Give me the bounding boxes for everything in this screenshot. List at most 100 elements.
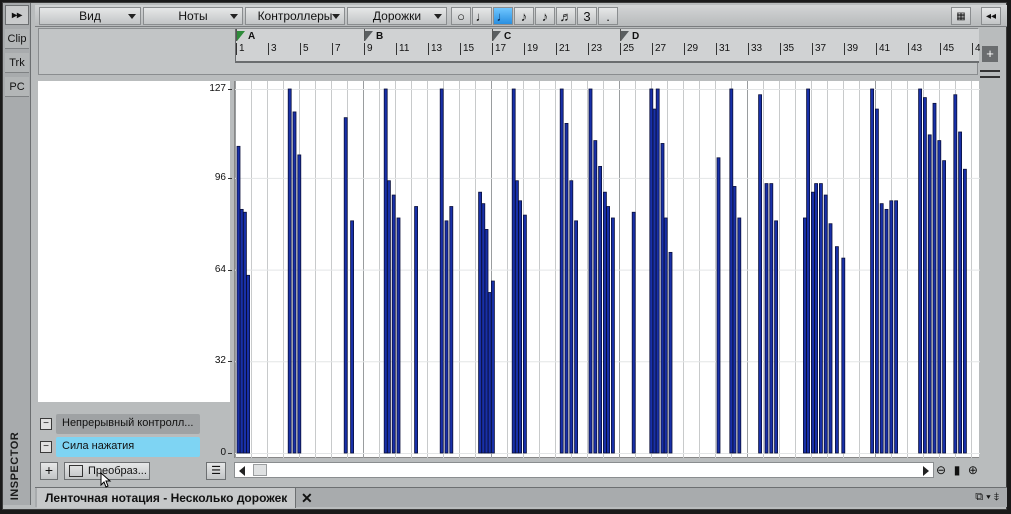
velocity-bar[interactable] xyxy=(819,183,823,454)
zoom-slider-icon[interactable]: ▮ xyxy=(954,463,961,477)
velocity-bar[interactable] xyxy=(769,183,774,454)
velocity-bar[interactable] xyxy=(484,229,489,454)
velocity-bar[interactable] xyxy=(841,257,846,454)
lane-velocity[interactable]: − Сила нажатия xyxy=(40,437,200,457)
eighth-note-button[interactable]: ♪ xyxy=(514,7,534,25)
velocity-bar[interactable] xyxy=(889,200,894,454)
velocity-bar[interactable] xyxy=(649,88,654,454)
window-options-icon[interactable]: ⧉ ▾ ⇟ xyxy=(975,491,999,504)
velocity-bar[interactable] xyxy=(875,108,879,454)
velocity-bar[interactable] xyxy=(602,191,607,454)
marker-label[interactable]: A xyxy=(248,31,255,42)
velocity-bar[interactable] xyxy=(894,200,898,454)
velocity-bar[interactable] xyxy=(884,208,889,454)
marker-flag-icon[interactable] xyxy=(493,31,501,41)
triplet-button[interactable]: 3 xyxy=(577,7,597,25)
lane-menu-button[interactable]: ☰ xyxy=(206,462,226,480)
collapse-lane-icon[interactable]: − xyxy=(40,441,52,453)
velocity-bar[interactable] xyxy=(350,220,354,454)
velocity-bar[interactable] xyxy=(932,102,937,454)
velocity-bar[interactable] xyxy=(663,217,668,454)
pc-tab[interactable]: PC xyxy=(5,77,29,97)
collapse-right-button[interactable]: ◂◂ xyxy=(981,7,1001,25)
velocity-bar[interactable] xyxy=(814,183,818,454)
velocity-bar[interactable] xyxy=(958,131,962,454)
velocity-bar[interactable] xyxy=(386,180,391,454)
velocity-bar[interactable] xyxy=(953,94,958,454)
velocity-bar[interactable] xyxy=(835,246,839,454)
velocity-bars-svg[interactable] xyxy=(235,81,980,458)
collapse-lane-icon[interactable]: − xyxy=(40,418,52,430)
velocity-bar[interactable] xyxy=(391,194,396,454)
velocity-bar[interactable] xyxy=(439,88,444,454)
velocity-bar[interactable] xyxy=(246,274,251,454)
velocity-bar[interactable] xyxy=(774,220,778,454)
sixteenth-note-button[interactable]: ♪ xyxy=(535,7,555,25)
velocity-bar[interactable] xyxy=(806,88,810,454)
velocity-bar[interactable] xyxy=(414,206,419,454)
velocity-bar[interactable] xyxy=(652,108,657,454)
marker-label[interactable]: B xyxy=(376,31,383,42)
menu-lines-icon[interactable] xyxy=(980,70,1000,78)
grid-icon[interactable]: ▦ xyxy=(951,7,971,25)
quarter-note-button[interactable]: ♩ xyxy=(493,7,513,25)
velocity-bar[interactable] xyxy=(239,208,244,454)
timeline-ruler[interactable]: A B C D 1 3 5 7 9 11 13 15 17 19 21 23 25 27 29 31 33 35 37 39 4… xyxy=(235,29,981,61)
velocity-bar[interactable] xyxy=(588,88,593,454)
marker-flag-icon[interactable] xyxy=(365,31,373,41)
scroll-thumb[interactable] xyxy=(253,464,267,476)
velocity-bar[interactable] xyxy=(828,223,833,454)
velocity-bar[interactable] xyxy=(444,220,449,454)
velocity-bar[interactable] xyxy=(287,88,292,454)
velocity-bar[interactable] xyxy=(823,194,828,454)
clip-tab[interactable]: Clip xyxy=(5,29,29,49)
horizontal-scrollbar[interactable] xyxy=(234,462,934,478)
add-track-icon[interactable]: + xyxy=(982,46,998,62)
tab-piano-roll[interactable]: Ленточная нотация - Несколько дорожек xyxy=(37,488,297,508)
velocity-bar[interactable] xyxy=(564,122,569,454)
velocity-bar[interactable] xyxy=(729,88,734,454)
velocity-bar[interactable] xyxy=(942,160,946,454)
velocity-bar[interactable] xyxy=(297,154,302,454)
dotted-button[interactable]: . xyxy=(598,7,618,25)
velocity-bar[interactable] xyxy=(610,217,615,454)
velocity-bar[interactable] xyxy=(478,191,483,454)
track-tab[interactable]: Trk xyxy=(5,53,29,73)
velocity-bar[interactable] xyxy=(487,292,492,454)
marker-label[interactable]: C xyxy=(504,31,511,42)
whole-note-button[interactable]: ○ xyxy=(451,7,471,25)
velocity-bar[interactable] xyxy=(396,217,401,454)
velocity-bar[interactable] xyxy=(593,140,598,454)
velocity-bar[interactable] xyxy=(511,88,516,454)
velocity-bar[interactable] xyxy=(514,180,519,454)
expand-left-button[interactable]: ▸▸ xyxy=(5,5,29,25)
velocity-bar[interactable] xyxy=(518,200,523,454)
lane-continuous-controller[interactable]: − Непрерывный контролл... xyxy=(40,414,200,434)
velocity-bar[interactable] xyxy=(879,203,884,454)
velocity-bar[interactable] xyxy=(481,203,486,454)
marker-flag-icon[interactable] xyxy=(237,31,245,41)
velocity-bar[interactable] xyxy=(963,168,967,454)
velocity-bar[interactable] xyxy=(292,111,297,454)
inspector-label[interactable]: INSPECTOR xyxy=(9,418,25,514)
velocity-bar[interactable] xyxy=(655,88,660,454)
velocity-bar[interactable] xyxy=(764,183,769,454)
velocity-bar[interactable] xyxy=(811,191,815,454)
velocity-bar[interactable] xyxy=(490,280,495,454)
velocity-bar[interactable] xyxy=(918,88,922,454)
velocity-plot[interactable] xyxy=(234,81,980,458)
velocity-bar[interactable] xyxy=(606,206,611,454)
half-note-button[interactable]: ♩ xyxy=(472,7,492,25)
scroll-left-icon[interactable] xyxy=(239,466,245,476)
velocity-bar[interactable] xyxy=(937,140,942,454)
notes-menu[interactable]: Ноты xyxy=(143,7,243,25)
marker-label[interactable]: D xyxy=(632,31,639,42)
zoom-in-icon[interactable]: ⊕ xyxy=(968,463,978,477)
velocity-bar[interactable] xyxy=(598,165,603,454)
velocity-bar[interactable] xyxy=(242,211,247,454)
velocity-bar[interactable] xyxy=(870,88,874,454)
velocity-bar[interactable] xyxy=(343,117,348,454)
add-lane-button[interactable]: + xyxy=(40,462,58,480)
thirtysecond-note-button[interactable]: ♬ xyxy=(556,7,576,25)
scroll-right-icon[interactable] xyxy=(923,466,929,476)
